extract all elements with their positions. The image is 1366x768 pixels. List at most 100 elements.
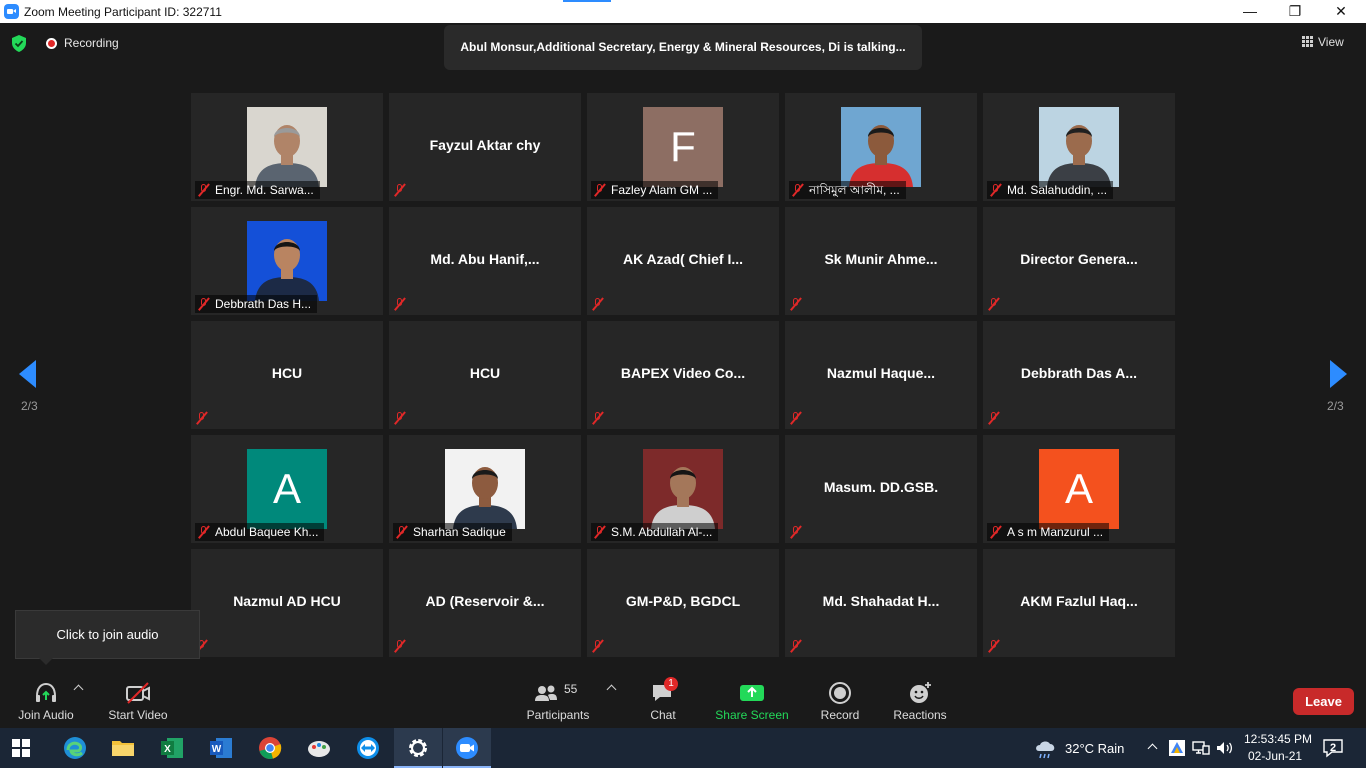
recording-label[interactable]: Recording <box>64 36 119 50</box>
participant-namebar <box>789 637 807 655</box>
participant-namebar <box>393 637 411 655</box>
participant-tile[interactable]: AD (Reservoir &... <box>389 549 581 657</box>
headphones-icon <box>36 682 56 702</box>
participant-tile[interactable]: AKM Fazlul Haq... <box>983 549 1175 657</box>
google-drive-tray-icon[interactable] <box>1168 739 1186 757</box>
participant-name: AK Azad( Chief I... <box>622 251 744 267</box>
chat-button[interactable]: 1 Chat <box>635 672 691 728</box>
muted-mic-icon <box>789 639 803 653</box>
participant-tile[interactable]: Md. Salahuddin, ... <box>983 93 1175 201</box>
join-audio-button[interactable]: Join Audio <box>10 672 82 728</box>
reactions-button[interactable]: Reactions <box>888 672 952 728</box>
participant-namebar <box>789 295 807 313</box>
avatar-initial: A <box>1064 465 1093 512</box>
participant-tile[interactable]: Fayzul Aktar chy <box>389 93 581 201</box>
participant-namebar: Debbrath Das H... <box>195 295 318 313</box>
participant-tile[interactable]: Debbrath Das A... <box>983 321 1175 429</box>
muted-mic-icon <box>393 297 407 311</box>
share-screen-icon <box>740 685 764 701</box>
edge-browser-icon[interactable] <box>62 735 88 761</box>
volume-icon[interactable] <box>1216 739 1234 757</box>
participant-name: Debbrath Das H... <box>215 297 312 311</box>
participant-namebar: S.M. Abdullah Al-... <box>591 523 719 541</box>
participant-tile[interactable]: Debbrath Das H... <box>191 207 383 315</box>
share-screen-button[interactable]: Share Screen <box>712 672 792 728</box>
leave-button[interactable]: Leave <box>1293 688 1354 715</box>
participant-tile[interactable]: Nazmul Haque... <box>785 321 977 429</box>
participant-tile[interactable]: HCU <box>191 321 383 429</box>
participant-tile[interactable]: HCU <box>389 321 581 429</box>
participant-namebar: Engr. Md. Sarwa... <box>195 181 320 199</box>
participant-tile[interactable]: BAPEX Video Co... <box>587 321 779 429</box>
participant-tile[interactable]: S.M. Abdullah Al-... <box>587 435 779 543</box>
participant-tile[interactable]: Engr. Md. Sarwa... <box>191 93 383 201</box>
participant-tile[interactable]: Nazmul AD HCU <box>191 549 383 657</box>
avatar-initial: A <box>272 465 301 512</box>
windows-taskbar: X W 32°C Rain 12:53:45 PM 02-Jun-21 2 <box>0 728 1366 768</box>
participant-tile[interactable]: GM-P&D, BGDCL <box>587 549 779 657</box>
participant-tile[interactable]: Masum. DD.GSB. <box>785 435 977 543</box>
participant-photo <box>841 107 921 187</box>
participant-tile[interactable]: Sharhan Sadique <box>389 435 581 543</box>
participant-tile[interactable]: Md. Abu Hanif,... <box>389 207 581 315</box>
participant-tile[interactable]: Director Genera... <box>983 207 1175 315</box>
show-hidden-icons-chevron-icon[interactable] <box>1147 743 1158 754</box>
notification-count: 2 <box>1330 742 1337 754</box>
clock-time[interactable]: 12:53:45 PM <box>1244 732 1312 746</box>
participants-button[interactable]: 55 Participants <box>522 672 594 728</box>
participant-name: HCU <box>271 365 303 381</box>
participants-options-chevron-icon[interactable] <box>606 684 617 695</box>
file-explorer-icon[interactable] <box>110 735 136 761</box>
clock-date[interactable]: 02-Jun-21 <box>1248 749 1302 763</box>
zoom-taskbar-icon[interactable] <box>454 735 480 761</box>
participant-tile[interactable]: নাসিমুল আলীম, ... <box>785 93 977 201</box>
maximize-button[interactable]: ❐ <box>1272 0 1318 23</box>
security-shield-icon[interactable] <box>11 35 27 52</box>
start-video-button[interactable]: Start Video <box>102 672 174 728</box>
participant-name: Nazmul Haque... <box>826 365 936 381</box>
muted-mic-icon <box>395 525 409 539</box>
windows-start-icon[interactable] <box>12 739 30 757</box>
excel-icon[interactable]: X <box>159 735 185 761</box>
participant-tile[interactable]: A A s m Manzurul ... <box>983 435 1175 543</box>
participant-namebar <box>393 409 411 427</box>
weather-rain-icon[interactable] <box>1033 735 1059 761</box>
network-icon[interactable] <box>1192 739 1210 757</box>
participant-namebar <box>591 295 609 313</box>
muted-mic-icon <box>197 525 211 539</box>
page-indicator-right: 2/3 <box>1327 399 1344 413</box>
weather-text[interactable]: 32°C Rain <box>1065 741 1124 756</box>
participant-photo <box>1039 107 1119 187</box>
reactions-label: Reactions <box>893 708 947 722</box>
paint-icon[interactable] <box>306 735 332 761</box>
next-page-arrow-icon[interactable] <box>1330 360 1347 388</box>
participant-avatar: A <box>247 449 327 529</box>
participant-name: Fazley Alam GM ... <box>611 183 713 197</box>
participant-name: AKM Fazlul Haq... <box>1020 593 1138 609</box>
word-icon[interactable]: W <box>208 735 234 761</box>
svg-text:W: W <box>212 744 222 755</box>
share-screen-label: Share Screen <box>715 708 789 722</box>
participant-name: Md. Shahadat H... <box>822 593 940 609</box>
muted-mic-icon <box>789 525 803 539</box>
participant-tile[interactable]: F Fazley Alam GM ... <box>587 93 779 201</box>
chrome-icon[interactable] <box>257 735 283 761</box>
participant-namebar <box>987 637 1005 655</box>
join-audio-label: Join Audio <box>18 708 74 722</box>
view-button[interactable]: View <box>1302 35 1344 53</box>
participant-tile[interactable]: Md. Shahadat H... <box>785 549 977 657</box>
close-button[interactable]: ✕ <box>1318 0 1364 23</box>
teamviewer-icon[interactable] <box>355 735 381 761</box>
avatar-initial: F <box>670 123 696 170</box>
previous-page-arrow-icon[interactable] <box>19 360 36 388</box>
participant-tile[interactable]: AK Azad( Chief I... <box>587 207 779 315</box>
participant-tile[interactable]: Sk Munir Ahme... <box>785 207 977 315</box>
record-button[interactable]: Record <box>812 672 868 728</box>
minimize-button[interactable]: — <box>1227 0 1273 23</box>
participant-tile[interactable]: A Abdul Baquee Kh... <box>191 435 383 543</box>
settings-gear-icon[interactable] <box>405 735 431 761</box>
participant-namebar: Fazley Alam GM ... <box>591 181 719 199</box>
record-icon <box>829 682 851 704</box>
muted-mic-icon <box>393 411 407 425</box>
muted-mic-icon <box>591 639 605 653</box>
